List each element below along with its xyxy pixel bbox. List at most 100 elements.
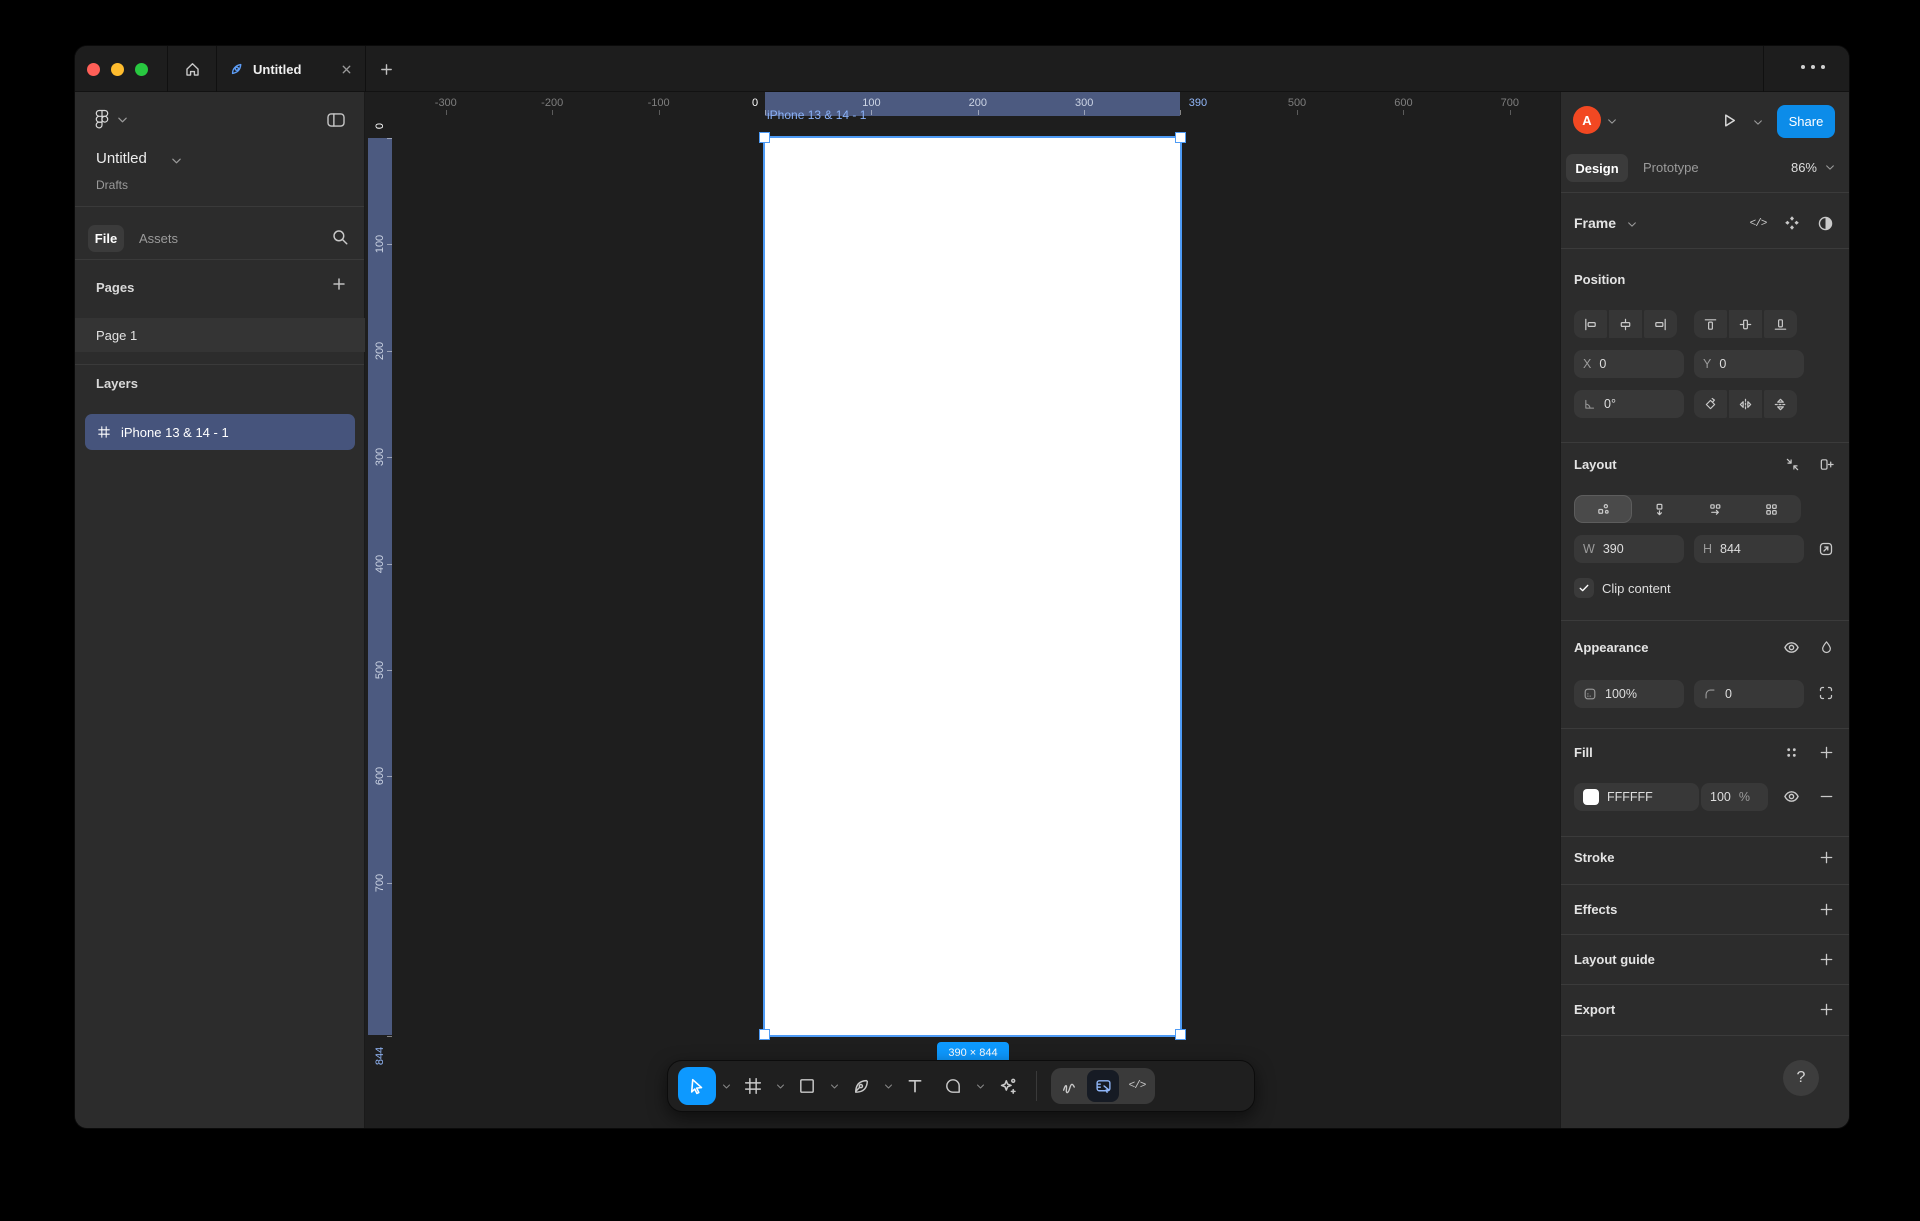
clip-content-checkbox[interactable] xyxy=(1574,578,1594,598)
window-menu-button[interactable] xyxy=(1801,65,1825,69)
figma-window: Untitled Untitled xyxy=(75,46,1849,1128)
chevron-down-icon[interactable] xyxy=(1607,118,1617,125)
resize-handle-bottom-right[interactable] xyxy=(1175,1029,1186,1040)
add-page-icon[interactable] xyxy=(331,276,347,292)
minimize-window-button[interactable] xyxy=(111,63,124,76)
fill-color-swatch[interactable] xyxy=(1583,789,1599,805)
document-title[interactable]: Untitled xyxy=(96,150,147,167)
fill-color-input[interactable]: FFFFFF xyxy=(1574,783,1699,811)
tab-design[interactable]: Design xyxy=(1566,154,1628,182)
resize-handle-top-left[interactable] xyxy=(759,132,770,143)
eye-icon[interactable] xyxy=(1782,638,1800,656)
rotation-input[interactable]: 0° xyxy=(1574,390,1684,418)
align-bottom-button[interactable] xyxy=(1764,310,1797,338)
move-tool-button[interactable] xyxy=(678,1067,716,1105)
figma-logo-icon[interactable] xyxy=(94,108,110,131)
tab-assets[interactable]: Assets xyxy=(139,231,178,246)
selection-chevron-icon[interactable] xyxy=(1627,221,1637,228)
close-window-button[interactable] xyxy=(87,63,100,76)
maximize-window-button[interactable] xyxy=(135,63,148,76)
comment-tool-chevron[interactable] xyxy=(974,1069,986,1103)
shape-tool-chevron[interactable] xyxy=(828,1069,840,1103)
chevron-down-icon[interactable] xyxy=(171,157,182,165)
align-left-button[interactable] xyxy=(1574,310,1607,338)
pen-tool-button[interactable] xyxy=(844,1069,878,1103)
width-input[interactable]: W 390 xyxy=(1574,535,1684,563)
share-button[interactable]: Share xyxy=(1777,105,1835,138)
corner-radius-input[interactable]: 0 xyxy=(1694,680,1804,708)
align-horizontal-center-button[interactable] xyxy=(1609,310,1642,338)
independent-corners-icon[interactable] xyxy=(1817,684,1835,702)
y-position-input[interactable]: Y 0 xyxy=(1694,350,1804,378)
fill-opacity-input[interactable]: 100 % xyxy=(1701,783,1768,811)
layout-horizontal-option[interactable] xyxy=(1688,496,1744,522)
frame-name-label[interactable]: iPhone 13 & 14 - 1 xyxy=(767,108,866,122)
text-tool-button[interactable] xyxy=(898,1069,932,1103)
layout-freeform-option[interactable] xyxy=(1575,496,1631,522)
add-export-icon[interactable] xyxy=(1817,1000,1835,1018)
ruler-label: -300 xyxy=(435,97,457,109)
home-button[interactable] xyxy=(176,54,208,84)
help-button[interactable]: ? xyxy=(1783,1060,1819,1096)
search-icon[interactable] xyxy=(331,228,349,246)
align-right-button[interactable] xyxy=(1644,310,1677,338)
layout-grid-option[interactable] xyxy=(1744,496,1800,522)
vertical-ruler[interactable]: 0100200300400500600700844 xyxy=(368,116,392,1128)
chevron-down-icon[interactable] xyxy=(117,116,128,124)
styles-half-circle-icon[interactable] xyxy=(1816,214,1834,232)
rotate-button[interactable] xyxy=(1694,390,1727,418)
file-tab[interactable]: Untitled xyxy=(216,46,365,92)
add-layout-guide-icon[interactable] xyxy=(1817,950,1835,968)
fill-header: Fill xyxy=(1574,745,1593,760)
toggle-sidebar-icon[interactable] xyxy=(326,112,346,128)
layout-vertical-option[interactable] xyxy=(1631,496,1687,522)
resize-handle-top-right[interactable] xyxy=(1175,132,1186,143)
dev-mode-button[interactable]: </> xyxy=(1121,1070,1153,1102)
opacity-input[interactable]: 100% xyxy=(1574,680,1684,708)
tab-prototype[interactable]: Prototype xyxy=(1643,160,1699,175)
align-vertical-center-button[interactable] xyxy=(1729,310,1762,338)
height-input[interactable]: H 844 xyxy=(1694,535,1804,563)
shrink-to-fit-icon[interactable] xyxy=(1783,455,1801,473)
zoom-control[interactable]: 86% xyxy=(1791,160,1835,175)
add-auto-layout-icon[interactable] xyxy=(1817,455,1835,473)
frame-tool-button[interactable] xyxy=(736,1069,770,1103)
page-list-item[interactable]: Page 1 xyxy=(75,318,365,352)
remove-fill-icon[interactable] xyxy=(1817,787,1835,805)
actions-button[interactable] xyxy=(990,1069,1024,1103)
selected-frame[interactable] xyxy=(765,138,1180,1035)
move-tool-chevron[interactable] xyxy=(720,1069,732,1103)
canvas[interactable]: -300-200-1000100200300390500600700 01002… xyxy=(365,92,1560,1128)
add-fill-icon[interactable] xyxy=(1817,743,1835,761)
tab-file[interactable]: File xyxy=(88,225,124,252)
selection-type-label[interactable]: Frame xyxy=(1574,215,1616,231)
present-play-icon[interactable] xyxy=(1721,111,1738,130)
resize-handle-bottom-left[interactable] xyxy=(759,1029,770,1040)
styles-grid-icon[interactable] xyxy=(1782,743,1800,761)
shape-tool-button[interactable] xyxy=(790,1069,824,1103)
x-position-input[interactable]: X 0 xyxy=(1574,350,1684,378)
clip-content-label[interactable]: Clip content xyxy=(1602,581,1671,596)
align-top-button[interactable] xyxy=(1694,310,1727,338)
constrain-proportions-icon[interactable] xyxy=(1817,540,1835,558)
comment-tool-button[interactable] xyxy=(936,1069,970,1103)
document-location[interactable]: Drafts xyxy=(96,178,128,192)
fill-visibility-eye-icon[interactable] xyxy=(1782,787,1800,805)
add-stroke-icon[interactable] xyxy=(1817,848,1835,866)
pen-tool-chevron[interactable] xyxy=(882,1069,894,1103)
present-chevron-icon[interactable] xyxy=(1753,119,1763,126)
layer-item-selected[interactable]: iPhone 13 & 14 - 1 xyxy=(85,414,355,450)
horizontal-ruler[interactable]: -300-200-1000100200300390500600700 xyxy=(365,92,1560,116)
flip-horizontal-button[interactable] xyxy=(1729,390,1762,418)
design-mode-button[interactable] xyxy=(1087,1070,1119,1102)
add-effect-icon[interactable] xyxy=(1817,900,1835,918)
flip-vertical-button[interactable] xyxy=(1764,390,1797,418)
avatar[interactable]: A xyxy=(1573,106,1601,134)
close-tab-icon[interactable] xyxy=(340,63,353,76)
create-component-icon[interactable] xyxy=(1783,214,1801,232)
new-tab-button[interactable] xyxy=(371,54,401,84)
draw-mode-button[interactable] xyxy=(1053,1070,1085,1102)
dev-code-icon[interactable]: </> xyxy=(1749,215,1767,233)
droplet-icon[interactable] xyxy=(1817,638,1835,656)
frame-tool-chevron[interactable] xyxy=(774,1069,786,1103)
